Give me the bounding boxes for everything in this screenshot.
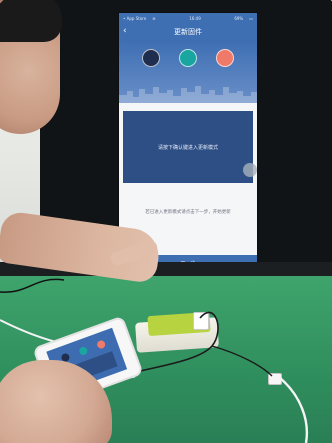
person-hair — [0, 0, 62, 42]
coral-dot-icon — [96, 339, 107, 350]
hint-text: 若已进入更新模式请点击下一步，开始更新 — [145, 210, 231, 215]
hero-banner — [119, 41, 257, 103]
assistive-touch-icon[interactable] — [243, 163, 257, 177]
teal-dot-icon — [78, 345, 89, 357]
wifi-icon: ≋ — [152, 15, 156, 21]
instruction-card: 请按下确认键进入更新模式 — [123, 111, 253, 183]
battery-percent: 69% — [234, 15, 244, 21]
photo-scene: • App Store ≋ 16:49 69% ▭ ‹ 更新固件 请按下确认键进… — [0, 0, 332, 443]
instruction-text: 请按下确认键进入更新模式 — [157, 144, 218, 151]
chevron-left-icon[interactable]: ‹ — [123, 26, 127, 36]
nav-bar: ‹ 更新固件 — [119, 23, 257, 41]
coral-dot-icon — [215, 49, 234, 67]
status-time: 16:49 — [189, 15, 201, 21]
power-plug — [193, 312, 209, 330]
city-skyline-icon — [119, 86, 257, 103]
status-bar: • App Store ≋ 16:49 69% ▭ — [119, 13, 257, 23]
status-dots — [119, 49, 257, 67]
usb-connector — [268, 373, 282, 385]
navy-dot-icon — [142, 49, 161, 67]
carrier-label: • App Store — [123, 15, 147, 21]
teal-dot-icon — [178, 49, 197, 67]
page-title: 更新固件 — [174, 28, 202, 36]
battery-icon: ▭ — [249, 15, 254, 21]
